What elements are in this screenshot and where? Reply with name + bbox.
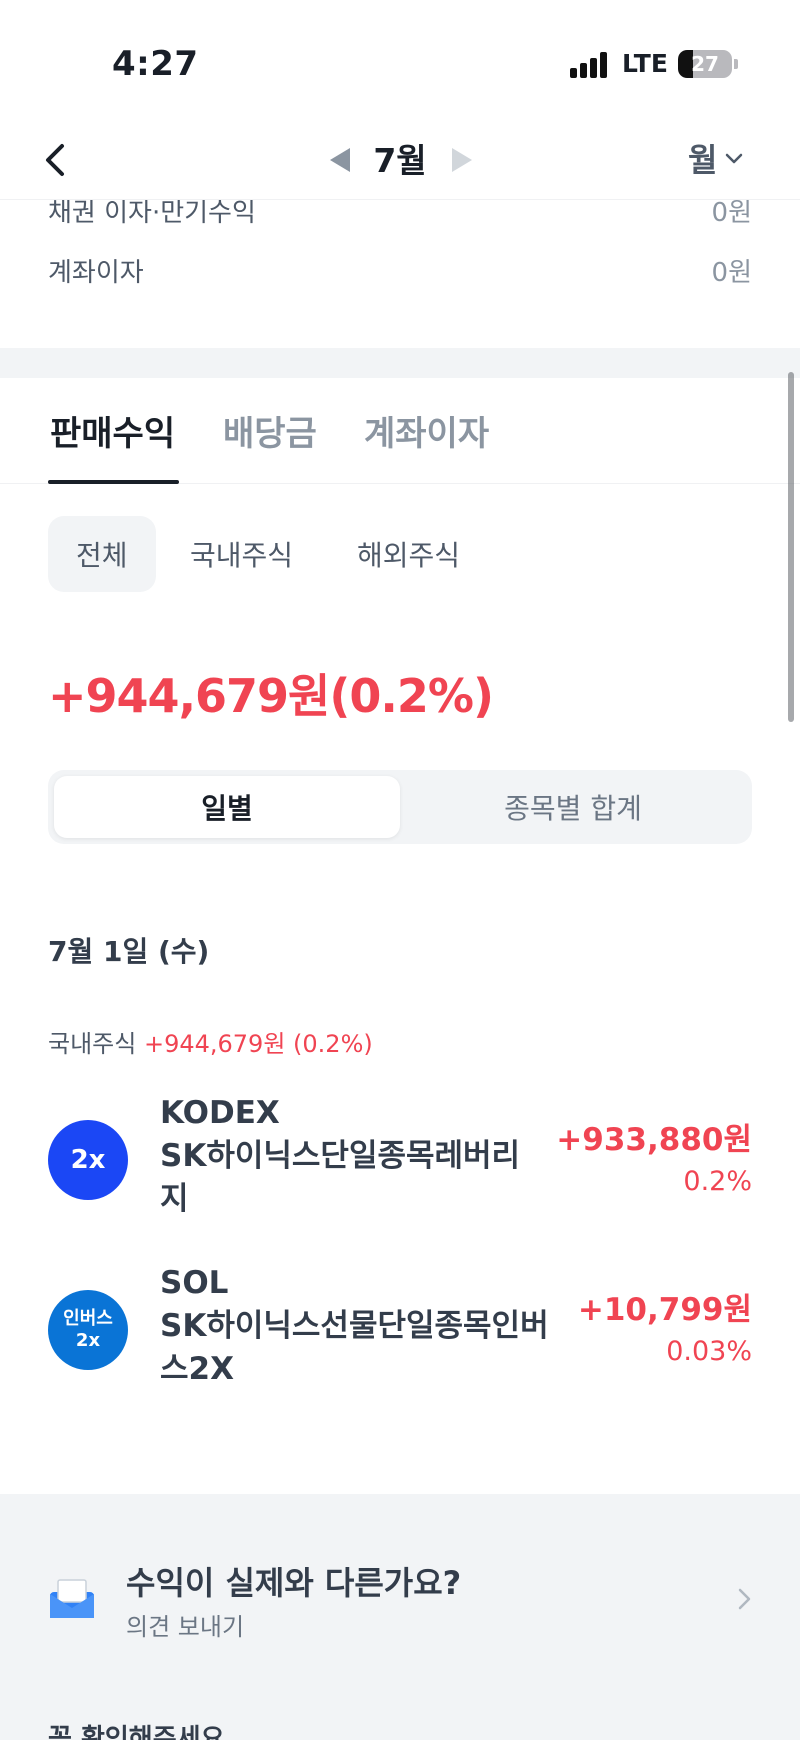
chip-all[interactable]: 전체 <box>48 516 156 592</box>
list-item[interactable]: 인버스 2x SOL SK하이닉스선물단일종목인버 스2X +10,799원 0… <box>48 1260 752 1392</box>
stock-logo: 인버스 2x <box>48 1290 128 1370</box>
chevron-left-icon <box>46 144 64 176</box>
tab-account-interest[interactable]: 계좌이자 <box>364 406 489 455</box>
segment-by-stock[interactable]: 종목별 합계 <box>400 776 746 838</box>
stock-name-line: SOL <box>160 1265 229 1301</box>
stock-name-line: SK하이닉스단일종목레버리 <box>160 1138 521 1174</box>
stock-profit-amount: +10,799원 <box>577 1292 752 1328</box>
stock-logo-text: 2x <box>75 1330 101 1351</box>
chip-domestic[interactable]: 국내주식 <box>162 516 321 592</box>
feedback-subtitle[interactable]: 의견 보내기 <box>126 1607 244 1642</box>
back-button[interactable] <box>40 132 90 188</box>
segment-daily[interactable]: 일별 <box>54 776 400 838</box>
battery-icon: 27 <box>678 50 732 78</box>
mail-icon <box>48 1578 96 1620</box>
summary-row-account-interest: 계좌이자 0원 <box>48 252 752 289</box>
section-divider <box>0 348 800 378</box>
status-bar: 4:27 LTE 27 <box>0 0 800 120</box>
summary-label: 계좌이자 <box>48 258 144 288</box>
stock-name-line: KODEX <box>160 1095 280 1131</box>
stock-name-line: 스2X <box>160 1351 234 1387</box>
status-time: 4:27 <box>112 44 199 84</box>
month-label: 7월 <box>373 141 427 180</box>
period-label: 월 <box>688 141 718 179</box>
chip-overseas[interactable]: 해외주식 <box>329 516 488 592</box>
market-label: 국내주식 <box>48 1030 137 1058</box>
total-profit: +944,679원(0.2%) <box>48 669 494 723</box>
stock-name-line: SK하이닉스선물단일종목인버 <box>160 1308 549 1344</box>
tab-sales-profit[interactable]: 판매수익 <box>50 406 175 455</box>
tab-dividend[interactable]: 배당금 <box>223 406 317 455</box>
stock-logo-text: 2x <box>70 1145 106 1175</box>
view-segment: 일별 종목별 합계 <box>48 770 752 844</box>
stock-name: SOL SK하이닉스선물단일종목인버 스2X <box>160 1262 600 1391</box>
chevron-down-icon <box>726 153 743 164</box>
market-summary: 국내주식 +944,679원 (0.2%) <box>48 1024 373 1059</box>
network-label: LTE <box>622 49 668 78</box>
stock-profit-percent: 0.03% <box>666 1336 752 1367</box>
period-dropdown[interactable]: 월 <box>688 136 745 180</box>
battery-cap <box>734 59 738 69</box>
stock-name-line: 지 <box>160 1181 189 1217</box>
profit-tabs: 판매수익 배당금 계좌이자 <box>0 378 800 484</box>
stock-profit-percent: 0.2% <box>683 1166 752 1197</box>
top-nav: 7월 월 <box>0 120 800 200</box>
prev-month-button[interactable] <box>326 142 356 178</box>
feedback-title[interactable]: 수익이 실제와 다른가요? <box>126 1558 461 1604</box>
scrollbar[interactable] <box>788 372 794 722</box>
next-month-button[interactable] <box>446 142 476 178</box>
stock-name: KODEX SK하이닉스단일종목레버리 지 <box>160 1092 600 1221</box>
stock-logo: 2x <box>48 1120 128 1200</box>
date-header: 7월 1일 (수) <box>48 935 210 968</box>
market-profit: +944,679원 (0.2%) <box>143 1030 373 1058</box>
tab-indicator <box>48 480 179 484</box>
triangle-right-icon <box>452 148 472 172</box>
stock-profit-amount: +933,880원 <box>556 1122 752 1158</box>
list-item[interactable]: 2x KODEX SK하이닉스단일종목레버리 지 +933,880원 0.2% <box>48 1090 752 1222</box>
chevron-right-icon[interactable] <box>734 1584 756 1614</box>
battery-level: 27 <box>691 52 719 76</box>
notice-heading: 꼭 확인해주세요 <box>48 1724 225 1740</box>
summary-value: 0원 <box>711 258 752 288</box>
feedback-section[interactable] <box>0 1494 800 1740</box>
signal-icon <box>570 52 610 78</box>
stock-logo-text: 인버스 <box>63 1308 113 1329</box>
triangle-left-icon <box>330 148 350 172</box>
